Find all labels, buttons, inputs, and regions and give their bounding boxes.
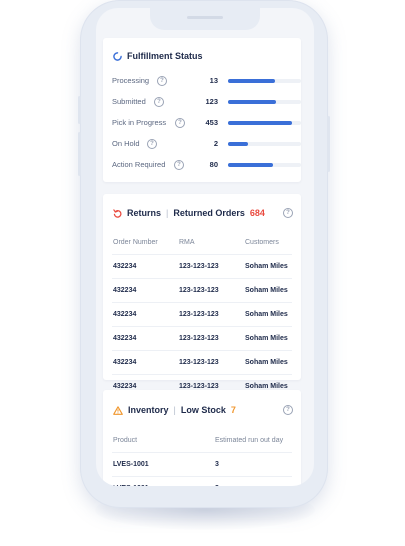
progress-track [228, 163, 301, 167]
fulfillment-row[interactable]: On Hold ? 2 [112, 137, 301, 151]
rma-cell: 123-123-123 [178, 254, 244, 279]
returns-card: Returns | Returned Orders 684 ? Order Nu… [103, 194, 301, 398]
table-row[interactable]: 432234 123-123-123 Soham Miles [112, 350, 292, 375]
run-out-day-cell: 3 [214, 452, 292, 477]
help-icon[interactable]: ? [283, 208, 293, 218]
status-count: 453 [205, 118, 218, 127]
order-number-cell: 432234 [112, 350, 178, 375]
side-button-left [78, 96, 81, 124]
side-button-left-2 [78, 132, 81, 176]
customer-cell: Soham Miles [244, 278, 292, 303]
inventory-count: 7 [230, 405, 236, 415]
status-label: Processing [112, 76, 150, 85]
status-label: Pick in Progress [112, 118, 167, 127]
progress-fill [228, 121, 293, 125]
table-row[interactable]: 432234 123-123-123 Soham Miles [112, 278, 292, 303]
status-label: On Hold [112, 139, 140, 148]
help-icon[interactable]: ? [154, 97, 164, 107]
order-number-cell: 432234 [112, 254, 178, 279]
column-header[interactable]: Order Number [112, 230, 178, 255]
status-count: 80 [209, 160, 218, 169]
warning-triangle-icon [113, 405, 123, 415]
status-count: 13 [209, 76, 218, 85]
progress-track [228, 100, 301, 104]
loading-circle-icon [113, 51, 122, 61]
status-count: 2 [213, 139, 218, 148]
status-label: Action Required [112, 160, 166, 169]
returns-subtitle: Returned Orders [173, 208, 245, 218]
customer-cell: Soham Miles [244, 302, 292, 327]
returns-count: 684 [249, 208, 265, 218]
returns-header: Returns | Returned Orders 684 [113, 206, 265, 220]
product-cell: LVES-1001 [112, 476, 214, 486]
table-header-row: Order Number RMA Customers [112, 230, 292, 255]
progress-track [228, 79, 301, 83]
inventory-card: Inventory | Low Stock 7 ? Product Estima… [103, 390, 301, 486]
progress-track [228, 121, 301, 125]
progress-track [228, 142, 301, 146]
progress-fill [228, 100, 277, 104]
table-row[interactable]: 432234 123-123-123 Soham Miles [112, 254, 292, 279]
side-button-right [327, 116, 330, 172]
inventory-table: Product Estimated run out day LVES-1001 … [112, 428, 292, 486]
product-cell: LVES-1001 [112, 452, 214, 477]
column-header[interactable]: Product [112, 428, 214, 453]
column-header[interactable]: Customers [244, 230, 292, 255]
inventory-subtitle: Low Stock [180, 405, 226, 415]
fulfillment-row[interactable]: Processing ? 13 [112, 74, 301, 88]
column-header[interactable]: Estimated run out day [214, 428, 292, 453]
table-row[interactable]: 432234 123-123-123 Soham Miles [112, 302, 292, 327]
title-separator: | [166, 208, 169, 218]
help-icon[interactable]: ? [174, 160, 184, 170]
return-arrow-icon [113, 208, 122, 218]
help-icon[interactable]: ? [283, 405, 293, 415]
progress-fill [228, 79, 276, 83]
order-number-cell: 432234 [112, 326, 178, 351]
phone-notch [150, 8, 260, 30]
returns-title: Returns [127, 208, 162, 218]
status-count: 123 [205, 97, 218, 106]
inventory-header: Inventory | Low Stock 7 [113, 403, 236, 417]
help-icon[interactable]: ? [147, 139, 157, 149]
customer-cell: Soham Miles [244, 326, 292, 351]
customer-cell: Soham Miles [244, 350, 292, 375]
rma-cell: 123-123-123 [178, 350, 244, 375]
status-label: Submitted [112, 97, 146, 106]
phone-screen: Fulfillment Status Processing ? 13 Submi… [96, 8, 314, 486]
table-row[interactable]: 432234 123-123-123 Soham Miles [112, 326, 292, 351]
fulfillment-row[interactable]: Submitted ? 123 [112, 95, 301, 109]
run-out-day-cell: 3 [214, 476, 292, 486]
fulfillment-status-title: Fulfillment Status [127, 51, 203, 61]
help-icon[interactable]: ? [157, 76, 167, 86]
inventory-title: Inventory [128, 405, 169, 415]
rma-cell: 123-123-123 [178, 278, 244, 303]
rma-cell: 123-123-123 [178, 326, 244, 351]
title-separator: | [173, 405, 176, 415]
fulfillment-row[interactable]: Pick in Progress ? 453 [112, 116, 301, 130]
table-row[interactable]: LVES-1001 3 [112, 476, 292, 486]
progress-fill [228, 163, 273, 167]
column-header[interactable]: RMA [178, 230, 244, 255]
order-number-cell: 432234 [112, 278, 178, 303]
fulfillment-row[interactable]: Action Required ? 80 [112, 158, 301, 172]
order-number-cell: 432234 [112, 302, 178, 327]
help-icon[interactable]: ? [175, 118, 185, 128]
progress-fill [228, 142, 248, 146]
table-row[interactable]: LVES-1001 3 [112, 452, 292, 477]
customer-cell: Soham Miles [244, 254, 292, 279]
fulfillment-status-header: Fulfillment Status [113, 49, 203, 63]
table-header-row: Product Estimated run out day [112, 428, 292, 453]
rma-cell: 123-123-123 [178, 302, 244, 327]
returns-table: Order Number RMA Customers 432234 123-12… [112, 230, 292, 398]
phone-speaker [187, 16, 223, 19]
fulfillment-status-card: Fulfillment Status Processing ? 13 Submi… [103, 38, 301, 182]
